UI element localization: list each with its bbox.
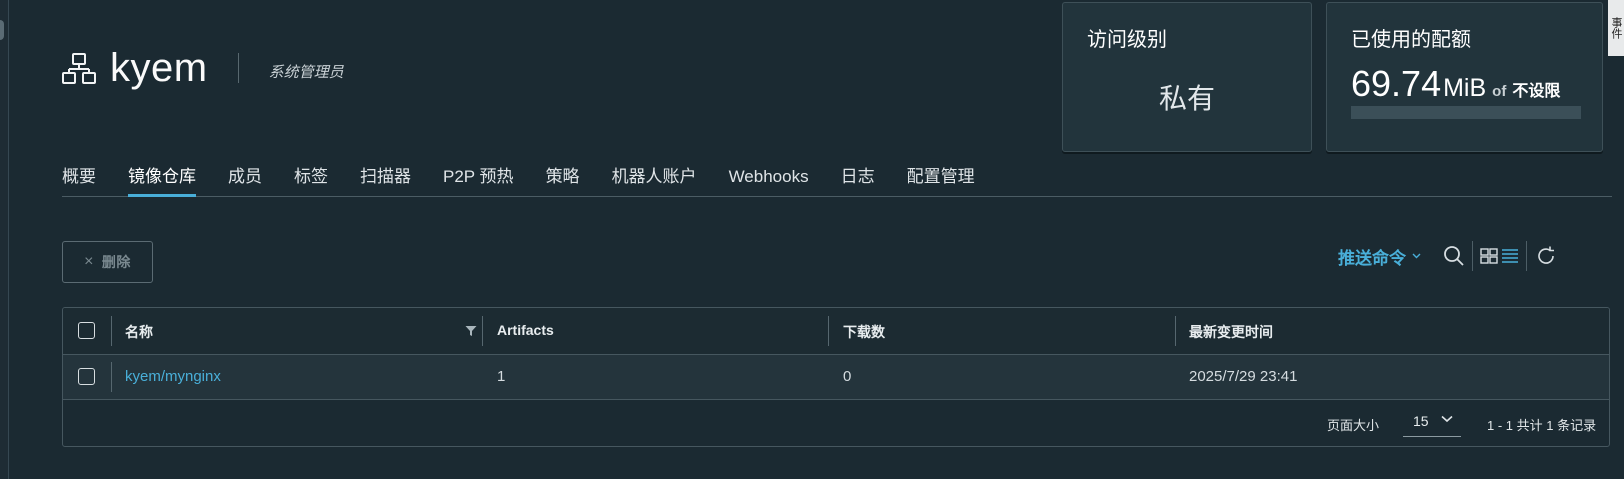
tab-6[interactable]: 策略 [546, 158, 580, 196]
page-size-select[interactable]: 15 [1403, 406, 1461, 437]
quota-used-number: 69.74 [1351, 63, 1442, 104]
project-header: kyem 系统管理员 [62, 40, 344, 96]
project-page: kyem 系统管理员 访问级别 私有 已使用的配额 69.74 MiB of 不… [0, 0, 1624, 479]
access-level-title: 访问级别 [1087, 29, 1167, 51]
refresh-icon[interactable] [1534, 243, 1558, 269]
tab-1[interactable]: 镜像仓库 [128, 158, 196, 197]
tab-0[interactable]: 概要 [62, 158, 96, 196]
column-separator[interactable] [1175, 316, 1176, 346]
quota-usage: 69.74 MiB of 不设限 [1351, 63, 1560, 105]
quota-used-unit: MiB [1443, 74, 1487, 102]
delete-button-label: 删除 [101, 254, 131, 270]
push-command-dropdown[interactable]: 推送命令 [1338, 244, 1421, 268]
project-role: 系统管理员 [268, 63, 344, 81]
tab-8[interactable]: Webhooks [729, 158, 809, 196]
project-tabs: 概要 镜像仓库 成员 标签 扫描器 P2P 预热 策略 机器人账户 Webhooks 日志 配置管理 [62, 158, 1612, 197]
column-separator[interactable] [828, 316, 829, 346]
page-size-label: 页面大小 [1327, 418, 1380, 433]
column-header-artifacts[interactable]: Artifacts [497, 322, 554, 338]
select-all-checkbox[interactable] [78, 322, 95, 339]
toolbar-separator [1526, 241, 1527, 271]
quota-card: 已使用的配额 69.74 MiB of 不设限 [1326, 2, 1603, 152]
card-view-icon[interactable] [1479, 243, 1499, 269]
column-separator [111, 316, 112, 346]
row-checkbox[interactable] [78, 368, 95, 385]
side-panel-tab[interactable]: 事件 [1608, 0, 1624, 56]
chevron-down-icon [1412, 253, 1421, 259]
search-icon[interactable] [1442, 243, 1466, 269]
column-separator[interactable] [482, 316, 483, 346]
push-command-label: 推送命令 [1338, 248, 1406, 268]
repository-name-link[interactable]: kyem/mynginx [125, 368, 221, 385]
last-modified-time: 2025/7/29 23:41 [1189, 368, 1298, 385]
access-level-card: 访问级别 私有 [1062, 2, 1312, 152]
filter-icon[interactable] [465, 325, 477, 337]
table-header: 名称 Artifacts 下载数 最新变更时间 [63, 308, 1609, 355]
repository-table: 名称 Artifacts 下载数 最新变更时间 kyem/mynginx 1 0… [62, 307, 1610, 447]
table-footer: 页面大小 15 1 - 1 共计 1 条记录 [63, 400, 1609, 446]
access-level-value: 私有 [1158, 83, 1215, 114]
list-view-icon[interactable] [1500, 243, 1520, 269]
nav-collapse-handle[interactable] [0, 20, 4, 40]
chevron-down-icon [1441, 415, 1453, 423]
column-header-name[interactable]: 名称 [125, 322, 153, 342]
quota-title: 已使用的配额 [1351, 29, 1471, 51]
project-name: kyem [110, 45, 208, 90]
table-row[interactable]: kyem/mynginx 1 0 2025/7/29 23:41 [63, 355, 1609, 400]
artifacts-count: 1 [497, 368, 506, 385]
quota-progress-bar [1351, 106, 1581, 119]
tab-2[interactable]: 成员 [228, 158, 262, 196]
column-header-updated[interactable]: 最新变更时间 [1189, 322, 1273, 342]
left-nav-edge[interactable] [0, 0, 9, 479]
quota-limit: 不设限 [1512, 83, 1561, 100]
tab-7[interactable]: 机器人账户 [612, 158, 697, 196]
pull-count: 0 [843, 368, 852, 385]
close-icon: × [84, 253, 94, 270]
tab-10[interactable]: 配置管理 [907, 158, 975, 196]
tab-3[interactable]: 标签 [294, 158, 328, 196]
delete-button[interactable]: × 删除 [62, 241, 153, 283]
tab-4[interactable]: 扫描器 [360, 158, 411, 196]
tab-9[interactable]: 日志 [841, 158, 875, 196]
pagination-summary: 1 - 1 共计 1 条记录 [1487, 418, 1597, 433]
header-divider [237, 53, 239, 83]
column-separator [111, 362, 112, 392]
page-size-value: 15 [1413, 413, 1429, 429]
toolbar-separator [1472, 241, 1473, 271]
column-header-pulls[interactable]: 下载数 [843, 322, 885, 342]
project-icon [62, 53, 96, 84]
tab-5[interactable]: P2P 预热 [443, 158, 514, 196]
quota-of-label: of [1492, 83, 1507, 100]
